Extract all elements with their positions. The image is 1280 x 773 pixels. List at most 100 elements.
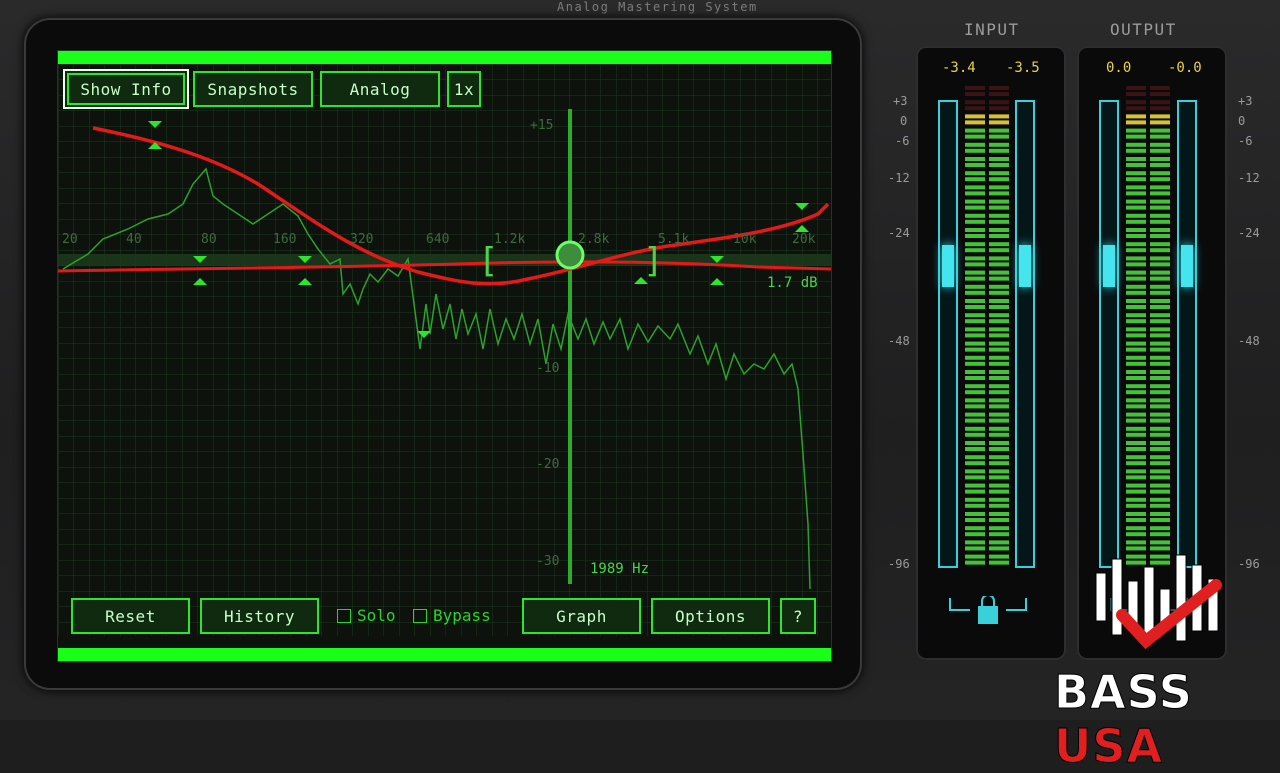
history-button[interactable]: History xyxy=(200,598,319,634)
meter-scale-label: -48 xyxy=(888,334,910,348)
led-segment xyxy=(965,134,985,139)
reset-button[interactable]: Reset xyxy=(71,598,190,634)
led-segment xyxy=(989,86,1009,90)
led-segment xyxy=(1126,157,1146,161)
led-segment xyxy=(989,177,1009,182)
led-segment xyxy=(989,497,1009,502)
led-segment xyxy=(1150,384,1170,389)
led-segment xyxy=(1150,347,1170,352)
meter-scale-label: -48 xyxy=(1238,334,1260,348)
led-segment xyxy=(989,92,1009,96)
led-segment xyxy=(1126,305,1146,309)
solo-toggle[interactable]: Solo xyxy=(337,606,396,625)
help-button[interactable]: ? xyxy=(780,598,816,634)
led-segment xyxy=(989,305,1009,309)
led-segment xyxy=(989,503,1009,508)
led-segment xyxy=(1150,447,1170,451)
led-segment xyxy=(1126,313,1146,318)
led-segment xyxy=(989,489,1009,494)
led-segment xyxy=(1150,128,1170,133)
band-right-bracket[interactable]: ] xyxy=(643,241,663,281)
input-peak-left[interactable]: -3.4 xyxy=(942,60,976,76)
led-segment xyxy=(1150,256,1170,261)
led-segment xyxy=(1150,262,1170,267)
snapshots-button[interactable]: Snapshots xyxy=(193,71,313,107)
led-segment xyxy=(1150,248,1170,253)
input-trim-slider-right[interactable] xyxy=(1015,100,1035,568)
led-segment xyxy=(1126,469,1146,474)
led-segment xyxy=(1126,86,1146,90)
output-trim-slider-left[interactable] xyxy=(1099,100,1119,568)
slider-knob[interactable] xyxy=(1103,245,1115,287)
zoom-button[interactable]: 1x xyxy=(447,71,481,107)
bypass-toggle[interactable]: Bypass xyxy=(413,606,491,625)
led-segment xyxy=(965,447,985,451)
led-segment xyxy=(965,120,985,125)
graph-button[interactable]: Graph xyxy=(522,598,641,634)
led-segment xyxy=(965,177,985,182)
output-peak-left[interactable]: 0.0 xyxy=(1106,60,1131,76)
led-segment xyxy=(1126,412,1146,417)
led-segment xyxy=(965,142,985,147)
led-segment xyxy=(989,554,1009,559)
led-segment xyxy=(1126,234,1146,238)
slider-knob[interactable] xyxy=(942,245,954,287)
led-segment xyxy=(1126,426,1146,431)
led-segment xyxy=(1150,313,1170,318)
freq-label: 40 xyxy=(126,232,142,247)
led-segment xyxy=(1126,270,1146,275)
show-info-button[interactable]: Show Info xyxy=(63,69,189,109)
led-segment xyxy=(1126,447,1146,451)
output-trim-slider-right[interactable] xyxy=(1177,100,1197,568)
led-segment xyxy=(1126,299,1146,303)
led-segment xyxy=(989,313,1009,318)
led-segment xyxy=(965,114,985,119)
led-segment xyxy=(1150,142,1170,147)
options-button[interactable]: Options xyxy=(651,598,770,634)
led-segment xyxy=(965,341,985,346)
led-segment xyxy=(1150,242,1170,247)
solo-checkbox[interactable] xyxy=(337,608,351,623)
led-segment xyxy=(965,185,985,190)
slider-knob[interactable] xyxy=(1019,245,1031,287)
led-segment xyxy=(1150,290,1170,295)
led-segment xyxy=(965,370,985,374)
led-segment xyxy=(965,305,985,309)
led-segment xyxy=(965,86,985,90)
eq-screen: [ ] 20 40 80 160 320 640 1.2k 2.8k 5.1k … xyxy=(57,50,832,662)
led-segment xyxy=(1150,418,1170,423)
led-segment xyxy=(965,554,985,559)
led-segment xyxy=(989,213,1009,218)
led-segment xyxy=(1126,540,1146,545)
logo-word-usa: USA xyxy=(1053,719,1164,773)
output-meter-title: OUTPUT xyxy=(1110,20,1177,39)
slider-knob[interactable] xyxy=(1181,245,1193,287)
output-peak-right[interactable]: -0.0 xyxy=(1168,60,1202,76)
led-segment xyxy=(989,100,1009,105)
led-segment xyxy=(1150,299,1170,303)
bypass-checkbox[interactable] xyxy=(413,608,427,623)
led-segment xyxy=(1126,128,1146,133)
led-segment xyxy=(1126,242,1146,247)
led-segment xyxy=(1150,106,1170,111)
led-segment xyxy=(989,376,1009,380)
band-left-bracket[interactable]: [ xyxy=(478,241,498,281)
led-segment xyxy=(1126,327,1146,332)
input-trim-slider-left[interactable] xyxy=(938,100,958,568)
led-segment xyxy=(965,205,985,210)
led-segment xyxy=(989,284,1009,289)
led-segment xyxy=(1126,483,1146,488)
eq-graph[interactable]: [ ] xyxy=(58,64,831,636)
led-segment xyxy=(1150,540,1170,545)
led-segment xyxy=(989,163,1009,167)
led-segment xyxy=(965,148,985,153)
led-segment xyxy=(1126,441,1146,445)
analog-button[interactable]: Analog xyxy=(320,71,440,107)
led-segment xyxy=(1150,327,1170,332)
led-segment xyxy=(1126,284,1146,289)
meter-scale-label: -12 xyxy=(1238,171,1260,185)
input-peak-right[interactable]: -3.5 xyxy=(1006,60,1040,76)
led-segment xyxy=(1126,526,1146,531)
meter-scale-label: -24 xyxy=(888,226,910,240)
link-lock-icon[interactable] xyxy=(948,596,1028,628)
